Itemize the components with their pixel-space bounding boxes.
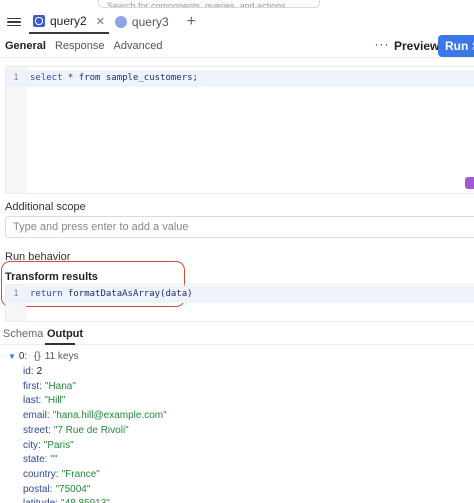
code-line: return formatDataAsArray(data) bbox=[30, 286, 193, 303]
json-field-row: country: "France" bbox=[23, 469, 100, 480]
tab-label: query2 bbox=[50, 14, 87, 28]
database-icon bbox=[33, 15, 45, 27]
tab-query3[interactable]: query3 bbox=[111, 10, 173, 34]
json-key: state: bbox=[23, 454, 48, 466]
json-value: "" bbox=[50, 454, 58, 466]
json-value: "7 Rue de Rivoli" bbox=[53, 424, 129, 436]
json-key: email: bbox=[23, 410, 50, 422]
preview-button[interactable]: Preview bbox=[394, 35, 439, 57]
json-root-node[interactable]: ▼ 0: {} 11 keys bbox=[8, 351, 78, 362]
json-value: "75004" bbox=[55, 483, 91, 495]
add-tab-icon[interactable]: + bbox=[187, 13, 196, 31]
tab-label: query3 bbox=[131, 15, 169, 29]
json-field-row: state: "" bbox=[23, 454, 58, 465]
tab-query2[interactable]: query2 ✕ bbox=[29, 10, 109, 34]
sql-code-editor[interactable]: 1 select * from sample_customers; bbox=[5, 66, 474, 194]
tab-schema[interactable]: Schema bbox=[3, 328, 43, 340]
run-button[interactable]: Run⌘↵ bbox=[438, 35, 474, 57]
transform-code-editor[interactable]: 1 return formatDataAsArray(data) bbox=[5, 284, 474, 322]
json-value: "Hill" bbox=[44, 395, 66, 407]
global-search-input[interactable]: Search for components, queries, and acti… bbox=[98, 0, 320, 8]
json-value: 2 bbox=[36, 366, 43, 377]
json-key: latitude: bbox=[23, 498, 58, 503]
top-strip: Search for components, queries, and acti… bbox=[0, 0, 474, 10]
run-label: Run bbox=[445, 39, 469, 53]
tab-advanced[interactable]: Advanced bbox=[114, 40, 163, 52]
query-editor-toolbar: General Response Advanced ··· Preview Ru… bbox=[0, 34, 474, 58]
active-tab-indicator bbox=[45, 343, 75, 345]
database-icon bbox=[114, 16, 127, 28]
json-key: country: bbox=[23, 468, 59, 480]
json-field-row: latitude:"48.85913" bbox=[23, 498, 110, 503]
json-field-row: id: 2 bbox=[23, 366, 42, 377]
root-braces: {} bbox=[34, 351, 41, 362]
transform-results-title: Transform results bbox=[5, 271, 98, 283]
root-count: 11 keys bbox=[44, 351, 79, 362]
json-key: postal: bbox=[23, 483, 53, 495]
json-field-row: postal: "75004" bbox=[23, 484, 90, 495]
json-key: last: bbox=[23, 395, 42, 407]
json-key: city: bbox=[23, 439, 41, 451]
additional-scope-title: Additional scope bbox=[5, 201, 86, 213]
result-tabs: Schema Output bbox=[0, 325, 474, 345]
root-label: 0: bbox=[18, 351, 28, 362]
query-tab-bar: query2 ✕ query3 + bbox=[0, 10, 474, 34]
json-field-row: city: "Paris" bbox=[23, 440, 74, 451]
json-value: "hana.hill@example.com" bbox=[52, 410, 167, 422]
line-number: 1 bbox=[13, 73, 19, 83]
json-field-row: last: "Hill" bbox=[23, 395, 65, 406]
chevron-down-icon[interactable]: ▼ bbox=[8, 352, 16, 361]
code-rest: formatDataAsArray(data) bbox=[62, 289, 193, 299]
json-field-row: first: "Hana" bbox=[23, 381, 76, 392]
menu-icon[interactable] bbox=[5, 13, 23, 31]
json-value: "Paris" bbox=[43, 439, 74, 451]
json-field-row: street: "7 Rue de Rivoli" bbox=[23, 425, 129, 436]
code-keyword: select bbox=[30, 73, 63, 83]
close-icon[interactable]: ✕ bbox=[96, 15, 105, 28]
json-key: id: bbox=[23, 366, 34, 377]
additional-scope-input[interactable]: Type and press enter to add a value bbox=[5, 216, 474, 238]
json-value: "Hana" bbox=[44, 380, 76, 392]
tab-output[interactable]: Output bbox=[47, 328, 83, 340]
assistant-icon[interactable] bbox=[465, 177, 474, 189]
tab-response[interactable]: Response bbox=[55, 40, 105, 52]
json-key: street: bbox=[23, 424, 51, 436]
tab-general[interactable]: General bbox=[5, 40, 46, 52]
json-field-row: email: "hana.hill@example.com" bbox=[23, 410, 167, 421]
more-options-button[interactable]: ··· bbox=[371, 36, 393, 56]
code-rest: * from sample_customers; bbox=[62, 73, 198, 83]
json-key: first: bbox=[23, 380, 42, 392]
code-keyword: return bbox=[30, 289, 63, 299]
line-number: 1 bbox=[13, 289, 19, 299]
code-line: select * from sample_customers; bbox=[30, 70, 198, 87]
json-value: "France" bbox=[61, 468, 100, 480]
json-value: "48.85913" bbox=[61, 498, 110, 503]
